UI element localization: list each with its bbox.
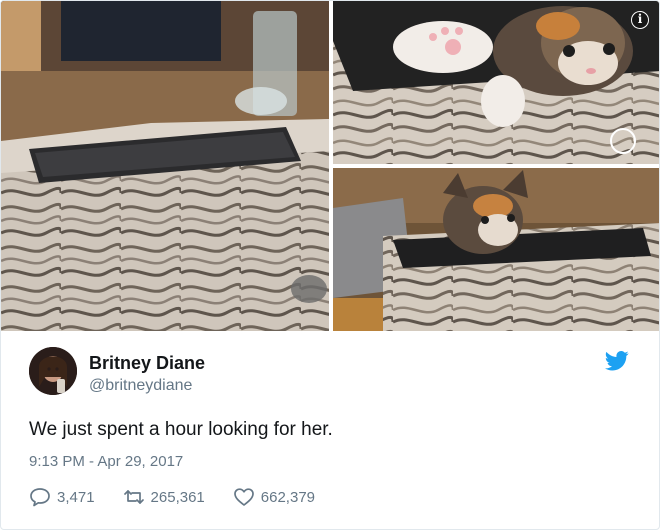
avatar[interactable]	[29, 347, 77, 395]
reply-icon	[30, 488, 50, 507]
reply-count: 3,471	[57, 488, 95, 506]
heart-icon	[233, 488, 254, 506]
tweet-timestamp[interactable]: 9:13 PM - Apr 29, 2017	[29, 453, 183, 470]
photo-tissue-box[interactable]	[1, 1, 329, 331]
retweet-icon	[123, 490, 144, 504]
like-count: 662,379	[260, 488, 316, 506]
user-handle[interactable]: @britneydiane	[89, 377, 192, 395]
retweet-button[interactable]: 265,361	[123, 487, 205, 507]
twitter-bird-icon[interactable]	[604, 351, 629, 371]
display-name[interactable]: Britney Diane	[89, 353, 205, 374]
like-button[interactable]: 662,379	[233, 487, 315, 507]
tweet-card: i Britney Diane @britneydiane We just sp…	[0, 0, 660, 530]
info-icon[interactable]: i	[631, 11, 649, 29]
photo-kitten-paw[interactable]: i	[333, 1, 659, 164]
tweet-text: We just spent a hour looking for her.	[29, 419, 333, 440]
reply-button[interactable]: 3,471	[29, 487, 95, 507]
photo-kitten-peeking[interactable]	[333, 168, 659, 331]
media-grid: i	[1, 1, 659, 331]
retweet-count: 265,361	[150, 488, 205, 506]
action-bar: 3,471 265,361 662,379	[29, 485, 343, 509]
